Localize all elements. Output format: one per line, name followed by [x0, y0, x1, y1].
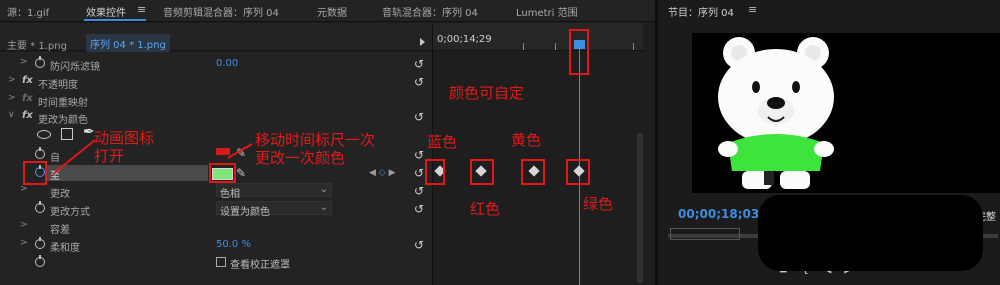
ruler-tick — [633, 43, 634, 50]
panel-tab-bar: 源：1.gif 效果控件 ≡ 音频剪辑混合器：序列 04 元数据 音轨混合器：序… — [0, 0, 655, 22]
chevron-right-icon[interactable]: > — [20, 220, 28, 230]
program-timecode[interactable]: 00;00;18;03 — [678, 207, 759, 221]
effect-row-change-to-color: ∨ fx 更改为颜色 ↺ — [0, 109, 432, 126]
annotation-box-playhead — [569, 29, 589, 75]
property-row-softness: > 柔和度 50.0 % ↺ — [0, 237, 432, 254]
change-dropdown-value: 色相 — [220, 189, 240, 200]
sequence-clip-selector[interactable]: 序列 04 * 1.png — [86, 34, 170, 53]
tab-audio-clip-mixer[interactable]: 音频剪辑混合器：序列 04 — [163, 4, 279, 19]
annotation-custom-color: 颜色可自定 — [449, 84, 525, 102]
chevron-right-icon[interactable]: > — [20, 184, 28, 194]
property-row-tolerance: > 容差 — [0, 219, 432, 236]
chevron-right-icon[interactable]: > — [8, 93, 16, 103]
keyframe-navigator: ◀ ◇ ▶ — [369, 168, 396, 178]
effect-row-time-remap: > fx 时间重映射 — [0, 92, 432, 109]
change-by-dropdown-value: 设置为颜色 — [220, 207, 270, 218]
chevron-right-icon[interactable]: > — [20, 57, 28, 67]
active-tab-indicator — [84, 19, 146, 21]
eyedropper-icon[interactable]: ✎ — [236, 166, 246, 180]
from-color-swatch[interactable] — [216, 148, 230, 155]
annotation-yellow: 黄色 — [511, 131, 542, 149]
anti-flicker-value[interactable]: 0.00 — [216, 58, 238, 69]
reset-icon[interactable]: ↺ — [414, 110, 424, 124]
change-by-dropdown[interactable]: 设置为颜色 ⌄ — [216, 201, 332, 218]
chevron-right-icon[interactable]: > — [20, 238, 28, 248]
annotation-box-keyframe-blue — [425, 159, 445, 185]
reset-icon[interactable]: ↺ — [414, 166, 424, 180]
clip-header: 主要 * 1.png 序列 04 * 1.png — [0, 23, 432, 53]
reset-icon[interactable]: ↺ — [414, 202, 424, 216]
stopwatch-icon[interactable] — [35, 237, 45, 249]
reset-icon[interactable]: ↺ — [414, 184, 424, 198]
annotation-box-keyframe-green — [566, 159, 590, 185]
annotation-blue: 蓝色 — [427, 133, 458, 151]
ruler-tick — [555, 43, 556, 50]
reset-icon[interactable]: ↺ — [414, 75, 424, 89]
from-label: 自 — [50, 153, 60, 164]
change-by-label: 更改方式 — [50, 207, 90, 218]
annotation-box-stopwatch — [23, 161, 47, 185]
change-to-color-label: 更改为颜色 — [38, 115, 88, 126]
change-dropdown[interactable]: 色相 ⌄ — [216, 183, 332, 200]
in-out-range — [670, 228, 740, 240]
change-label: 更改 — [50, 189, 70, 200]
tab-effect-controls[interactable]: 效果控件 — [86, 4, 126, 19]
redacted-area — [758, 195, 983, 271]
master-clip-selector[interactable]: 主要 * 1.png — [7, 37, 67, 52]
chevron-down-icon: ⌄ — [319, 202, 328, 213]
ruler-tick — [523, 43, 524, 50]
next-keyframe-icon[interactable]: ▶ — [389, 168, 396, 178]
annotation-box-swatch — [209, 163, 236, 183]
play-icon[interactable] — [420, 38, 425, 46]
stopwatch-icon[interactable] — [35, 201, 45, 213]
tab-program[interactable]: 节目：序列 04 — [668, 4, 734, 19]
reset-icon[interactable]: ↺ — [414, 148, 424, 162]
annotation-change-color: 更改一次颜色 — [255, 149, 346, 167]
chevron-down-icon: ⌄ — [319, 184, 328, 195]
stopwatch-icon[interactable] — [35, 56, 45, 68]
fx-icon[interactable]: fx — [22, 75, 33, 86]
tab-source[interactable]: 源：1.gif — [7, 4, 49, 19]
effect-timeline: 0;00;14;29 — [432, 23, 643, 285]
tab-metadata[interactable]: 元数据 — [317, 4, 347, 19]
tab-audio-track-mixer[interactable]: 音轨混合器：序列 04 — [382, 4, 478, 19]
fx-icon[interactable]: fx — [22, 110, 33, 121]
annotation-green: 绿色 — [583, 195, 614, 213]
annotation-open: 打开 — [94, 147, 125, 165]
previous-keyframe-icon[interactable]: ◀ — [369, 168, 376, 178]
effect-row-opacity: > fx 不透明度 ↺ — [0, 74, 432, 91]
annotation-red: 红色 — [470, 200, 501, 218]
chevron-right-icon[interactable]: > — [8, 75, 16, 85]
stopwatch-icon[interactable] — [35, 255, 45, 267]
timeline-ruler[interactable]: 0;00;14;29 — [433, 23, 643, 51]
tab-lumetri-scopes[interactable]: Lumetri 范围 — [516, 4, 578, 19]
fx-icon: fx — [22, 93, 33, 104]
softness-label: 柔和度 — [50, 243, 80, 254]
ellipse-mask-icon[interactable] — [37, 130, 51, 139]
video-preview — [692, 33, 1000, 193]
pen-mask-icon[interactable]: ✒ — [83, 124, 95, 140]
rectangle-mask-icon[interactable] — [61, 128, 73, 140]
panel-menu-icon[interactable]: ≡ — [137, 3, 146, 16]
timeline-timecode: 0;00;14;29 — [437, 34, 492, 45]
annotation-box-keyframe-red — [470, 159, 494, 185]
reset-icon[interactable]: ↺ — [414, 57, 424, 71]
opacity-label: 不透明度 — [38, 80, 78, 91]
annotation-box-keyframe-yellow — [521, 159, 545, 185]
softness-value[interactable]: 50.0 % — [216, 239, 251, 250]
view-mask-checkbox[interactable] — [216, 257, 226, 267]
time-remap-label: 时间重映射 — [38, 98, 88, 109]
view-mask-label: 查看校正遮罩 — [230, 260, 290, 271]
anti-flicker-label: 防闪烁滤镜 — [50, 62, 100, 73]
reset-icon[interactable]: ↺ — [414, 238, 424, 252]
panel-menu-icon[interactable]: ≡ — [748, 3, 757, 16]
program-monitor: 节目：序列 04 ≡ 00;00;18;03 完整 — [655, 0, 1000, 285]
timeline-scrollbar[interactable] — [637, 133, 643, 283]
stopwatch-icon[interactable] — [35, 147, 45, 159]
chevron-down-icon[interactable]: ∨ — [8, 110, 15, 120]
bear-image — [718, 37, 834, 189]
property-row-anti-flicker: > 防闪烁滤镜 0.00 ↺ — [0, 56, 432, 73]
add-keyframe-icon[interactable]: ◇ — [379, 168, 386, 178]
tolerance-label: 容差 — [50, 225, 70, 236]
